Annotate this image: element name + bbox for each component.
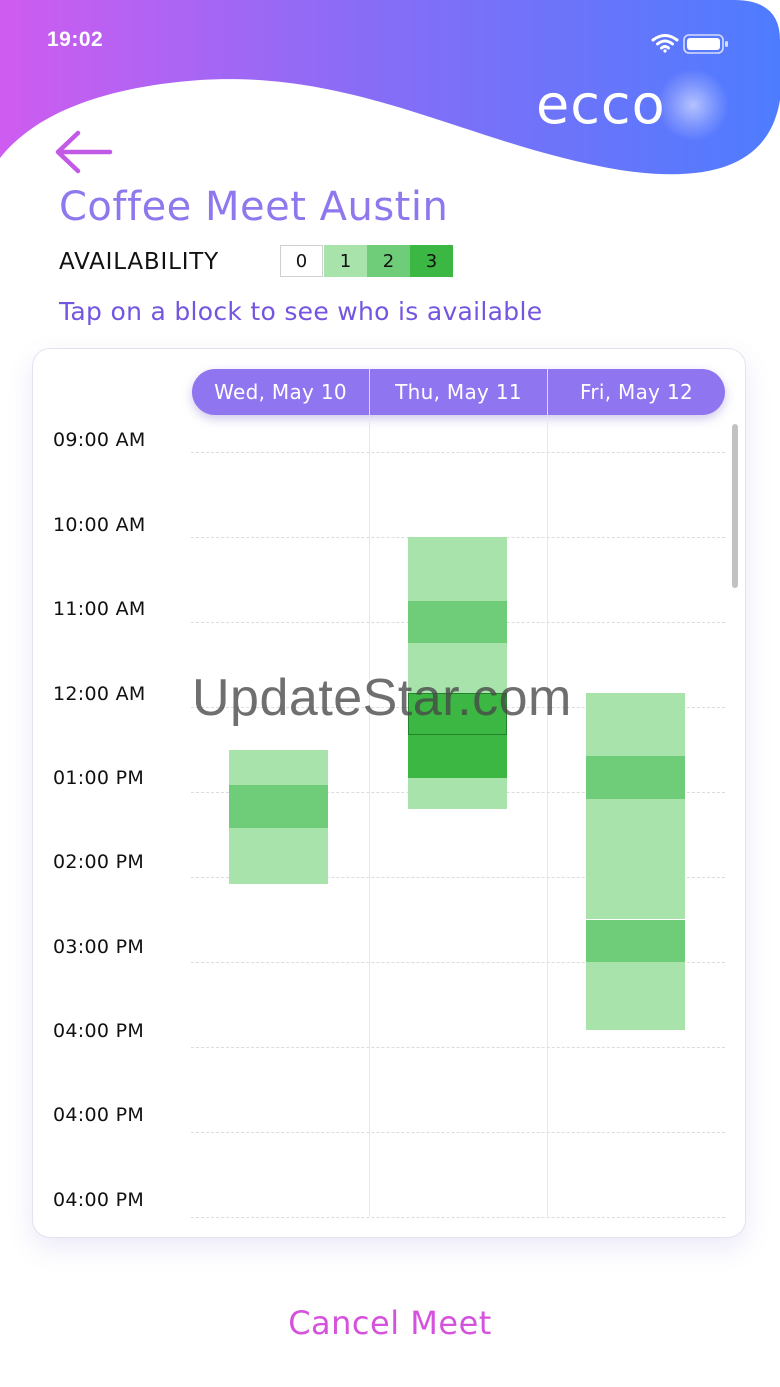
time-label: 10:00 AM [53,514,146,536]
meet-title: Coffee Meet Austin [59,184,449,230]
svg-text:ecco: ecco [536,73,666,136]
availability-block[interactable] [408,735,507,778]
availability-calendar[interactable]: Wed, May 10 Thu, May 11 Fri, May 12 09:0… [32,348,746,1238]
time-label: 11:00 AM [53,598,146,620]
availability-block[interactable] [229,785,328,828]
time-label: 04:00 PM [53,1104,145,1126]
availability-block[interactable] [586,692,685,757]
legend-level-1: 1 [324,245,367,277]
availability-block[interactable] [229,827,328,884]
availability-block[interactable] [586,919,685,962]
availability-block[interactable] [408,777,507,809]
availability-label: AVAILABILITY [59,249,219,275]
time-label: 12:00 AM [53,683,146,705]
legend-level-2: 2 [367,245,410,277]
day-tab-thu[interactable]: Thu, May 11 [369,369,547,415]
ecco-logo: ecco [536,70,729,140]
calendar-scrollbar[interactable] [732,424,738,588]
time-label: 01:00 PM [53,767,145,789]
time-label: 02:00 PM [53,851,145,873]
availability-block[interactable] [586,962,685,1030]
battery-icon [683,34,728,54]
legend-level-3: 3 [410,245,453,277]
day-tab-wed[interactable]: Wed, May 10 [192,369,369,415]
hour-line [191,452,725,453]
availability-block[interactable] [408,600,507,644]
status-time: 19:02 [47,28,104,51]
time-label: 04:00 PM [53,1020,145,1042]
time-label: 04:00 PM [53,1189,145,1211]
day-header: Wed, May 10 Thu, May 11 Fri, May 12 [192,369,725,415]
tap-hint: Tap on a block to see who is available [59,297,543,326]
legend-level-0: 0 [280,245,323,277]
availability-block[interactable] [229,749,328,786]
back-button[interactable] [52,127,114,177]
wifi-icon [651,34,679,53]
availability-block[interactable] [408,537,507,601]
hour-line [191,1217,725,1218]
availability-block[interactable] [586,756,685,799]
day-tab-fri[interactable]: Fri, May 12 [547,369,725,415]
availability-legend: 0 1 2 3 [280,245,453,277]
availability-block[interactable] [586,798,685,920]
cancel-meet-button[interactable]: Cancel Meet [0,1304,780,1342]
watermark-text: UpdateStar.com [192,669,572,727]
hour-line [191,1047,725,1048]
hour-line [191,1132,725,1133]
time-label: 09:00 AM [53,429,146,451]
time-label: 03:00 PM [53,936,145,958]
